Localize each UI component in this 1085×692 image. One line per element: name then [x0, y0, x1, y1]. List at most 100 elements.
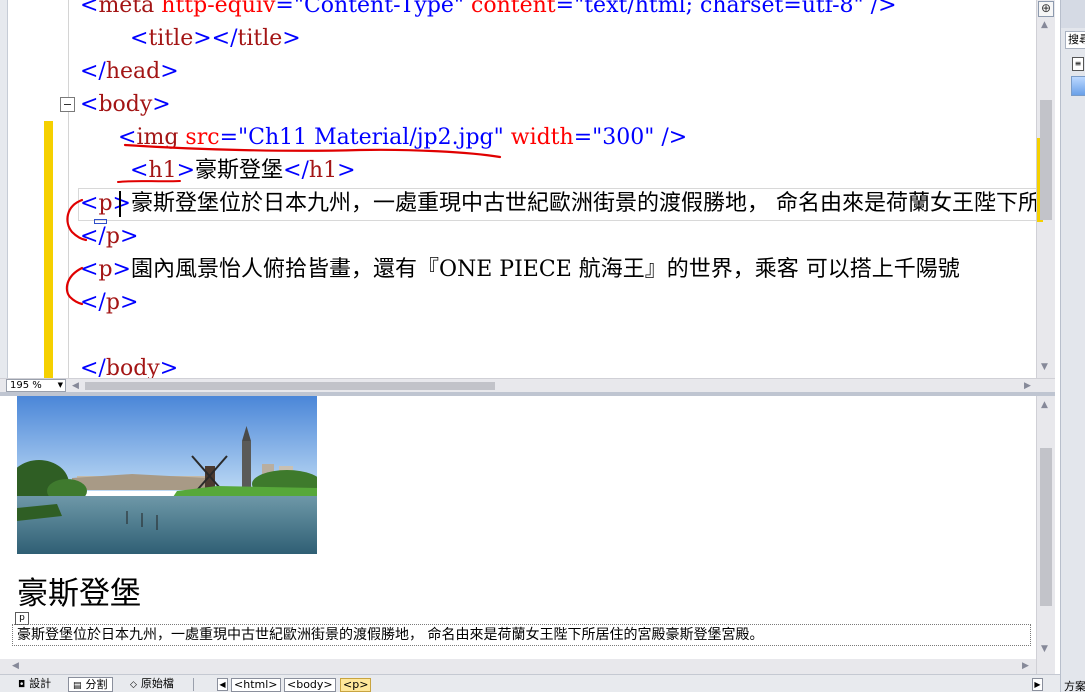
code-line-p2-close[interactable]: </p>: [80, 286, 138, 319]
code-horizontal-scrollbar[interactable]: 195 % ▼ ◀ ▶: [0, 378, 1055, 392]
tag-delimiter: >: [112, 257, 131, 282]
tag-delimiter: <: [130, 158, 149, 183]
tag-delimiter: >: [337, 158, 356, 183]
tag-delimiter: ></: [193, 26, 238, 51]
element-name: body: [98, 92, 153, 117]
search-field[interactable]: 搜尋: [1065, 31, 1085, 49]
scroll-thumb[interactable]: [1040, 100, 1052, 220]
divider: [193, 678, 194, 691]
code-line-p1-close[interactable]: </p>: [80, 220, 138, 253]
source-view-icon: ◇: [130, 680, 137, 690]
tab-split[interactable]: ▤ 分割: [68, 677, 113, 692]
tag-delimiter: </: [80, 356, 106, 378]
attribute-name: src: [185, 125, 220, 150]
element-name: img: [136, 125, 179, 150]
element-name: head: [105, 59, 161, 84]
element-name: title: [237, 26, 283, 51]
attribute-value: "Content-Type": [293, 0, 465, 18]
breadcrumb-back-icon[interactable]: ◀: [217, 678, 228, 691]
tag-delimiter: >: [119, 224, 139, 249]
code-line-h1[interactable]: <h1>豪斯登堡</h1>: [130, 154, 356, 187]
view-status-bar: ◘ 設計 ▤ 分割 ◇ 原始檔 ◀ <html> <body> <p> ▶: [0, 674, 1060, 692]
tag-delimiter: <: [80, 0, 99, 18]
text-caret: [119, 191, 121, 217]
page-heading[interactable]: 豪斯登堡: [17, 576, 141, 612]
element-name: p: [105, 224, 120, 249]
tag-delimiter: >: [152, 92, 171, 117]
selected-paragraph[interactable]: 豪斯登堡位於日本九州，一處重現中古世紀歐洲街景的渡假勝地， 命名由來是荷蘭女王陛…: [12, 624, 1031, 646]
tag-delimiter: <: [130, 26, 149, 51]
code-line-head-close[interactable]: </head>: [80, 55, 179, 88]
code-vertical-scrollbar[interactable]: ⊕ ▲ ▼: [1036, 0, 1055, 378]
text-content: 園內風景怡人俯拾皆畫，還有『ONE PIECE 航海王』的世界，乘客 可以搭上千…: [130, 257, 960, 282]
tab-design[interactable]: ◘ 設計: [14, 677, 55, 692]
design-view-icon: ◘: [18, 680, 26, 690]
code-line-p1[interactable]: <p>豪斯登堡位於日本九州，一處重現中古世紀歐洲街景的渡假勝地， 命名由來是荷蘭…: [80, 187, 1055, 220]
tab-label: 原始檔: [140, 677, 174, 690]
document-icon[interactable]: ≡: [1072, 57, 1084, 71]
split-window-icon[interactable]: ⊕: [1038, 1, 1054, 17]
attribute-value: "text/html; charset=utf-8": [574, 0, 864, 18]
element-name: h1: [308, 158, 338, 183]
scroll-left-icon[interactable]: ◀: [12, 661, 19, 671]
equals-sign: =: [275, 0, 294, 18]
element-name: p: [98, 257, 113, 282]
text-content: 豪斯登堡位於日本九州，一處重現中古世紀歐洲街景的渡假勝地， 命名由來是荷蘭女王陛…: [130, 191, 1055, 216]
breadcrumb-forward-icon[interactable]: ▶: [1032, 678, 1043, 691]
tag-delimiter: <: [80, 191, 99, 216]
tag-delimiter: <: [80, 92, 99, 117]
tab-label: 分割: [85, 678, 108, 691]
panel-header: [1061, 0, 1085, 28]
panel-tab-label[interactable]: 方案: [1064, 678, 1085, 692]
element-name: h1: [148, 158, 177, 183]
scroll-up-icon[interactable]: ▲: [1041, 400, 1048, 410]
tag-delimiter: >: [176, 158, 196, 183]
design-view[interactable]: 豪斯登堡 p 豪斯登堡位於日本九州，一處重現中古世紀歐洲街景的渡假勝地， 命名由…: [0, 396, 1055, 674]
scroll-up-icon[interactable]: ▲: [1041, 20, 1048, 30]
huis-ten-bosch-photo[interactable]: [17, 396, 317, 554]
code-line-img[interactable]: <img src="Ch11 Material/jp2.jpg" width="…: [118, 121, 687, 154]
tag-delimiter: />: [654, 125, 688, 150]
scroll-left-icon[interactable]: ◀: [72, 381, 79, 391]
tag-delimiter: </: [80, 59, 106, 84]
tab-source[interactable]: ◇ 原始檔: [126, 677, 178, 692]
collapse-body-toggle[interactable]: [60, 97, 75, 112]
breadcrumb-p[interactable]: <p>: [340, 678, 372, 692]
attribute-value: "300": [592, 125, 655, 150]
design-horizontal-scrollbar[interactable]: ◀ ▶: [0, 659, 1036, 674]
scroll-right-icon[interactable]: ▶: [1024, 381, 1031, 391]
equals-sign: =: [573, 125, 593, 150]
code-line-body-close[interactable]: </body>: [80, 352, 178, 378]
code-line-title[interactable]: <title></title>: [130, 22, 301, 55]
change-tracking-bar: [44, 121, 53, 378]
design-vertical-scrollbar[interactable]: ▲ ▼: [1036, 396, 1055, 674]
scroll-down-icon[interactable]: ▼: [1041, 644, 1048, 654]
tag-delimiter: </: [80, 224, 106, 249]
tag-delimiter: <: [118, 125, 137, 150]
attribute-name: http-equiv: [161, 0, 276, 18]
tag-delimiter: </: [80, 290, 106, 315]
tab-label: 設計: [29, 677, 52, 690]
code-line-body-open[interactable]: <body>: [80, 88, 171, 121]
scroll-thumb[interactable]: [1040, 448, 1052, 606]
source-code-editor[interactable]: <meta http-equiv="Content-Type" content=…: [0, 0, 1055, 378]
breadcrumb-html[interactable]: <html>: [231, 678, 281, 692]
side-panel: 搜尋 ≡ 方案: [1060, 0, 1085, 692]
tag-delimiter: >: [112, 191, 131, 216]
code-line-p2[interactable]: <p>園內風景怡人俯拾皆畫，還有『ONE PIECE 航海王』的世界，乘客 可以…: [80, 253, 960, 286]
zoom-dropdown[interactable]: 195 % ▼: [6, 379, 66, 392]
attribute-name: content: [471, 0, 556, 18]
scroll-right-icon[interactable]: ▶: [1022, 661, 1029, 671]
photo-image: [17, 396, 317, 554]
tag-delimiter: >: [160, 59, 179, 84]
scroll-down-icon[interactable]: ▼: [1041, 362, 1048, 372]
code-line-meta[interactable]: <meta http-equiv="Content-Type" content=…: [80, 0, 897, 22]
attribute-value: "Ch11 Material/jp2.jpg": [238, 125, 504, 150]
image-thumbnail[interactable]: [1071, 76, 1085, 96]
breadcrumb-body[interactable]: <body>: [284, 678, 336, 692]
tag-delimiter: >: [282, 26, 301, 51]
scroll-thumb[interactable]: [85, 382, 495, 390]
tag-delimiter: />: [863, 0, 897, 18]
chevron-down-icon: ▼: [57, 381, 63, 389]
tag-delimiter: </: [283, 158, 309, 183]
